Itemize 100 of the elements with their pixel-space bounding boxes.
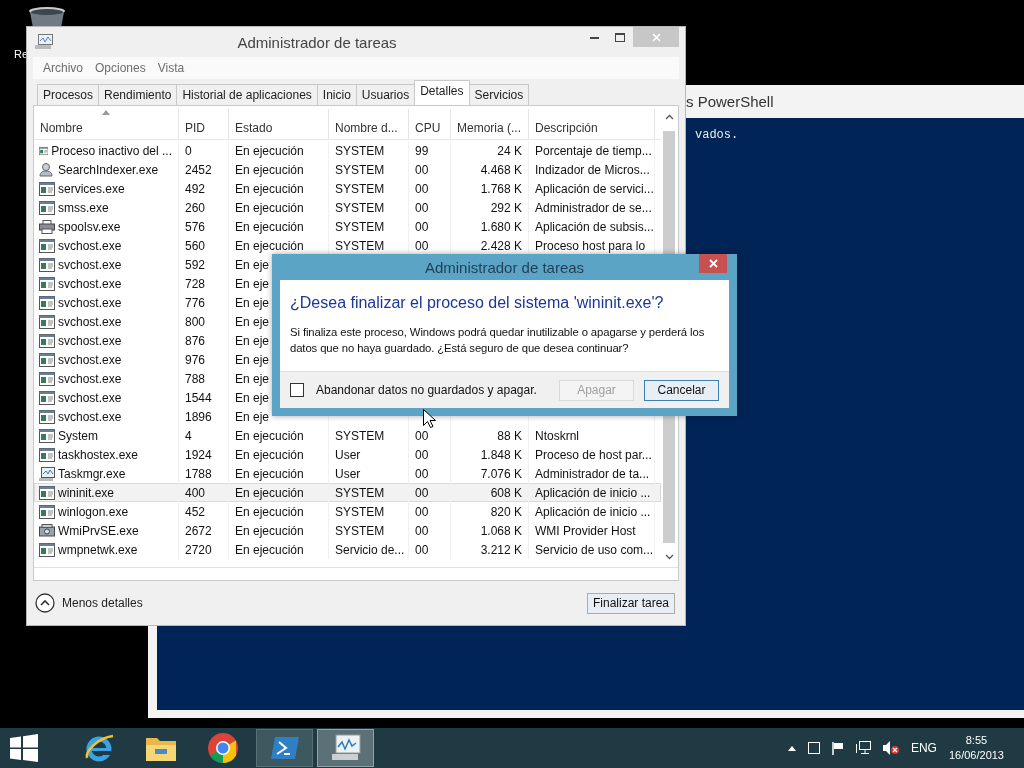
table-cell: 1.768 K <box>480 181 522 196</box>
process-row[interactable]: wininit.exe 400 En ejecución SYSTEM 00 608 K Aplicación de inicio ... <box>34 483 661 502</box>
network-icon[interactable] <box>855 741 871 755</box>
table-cell: 2672 <box>185 523 212 538</box>
program-icon <box>39 504 55 519</box>
table-cell: Proceso host para lo <box>535 238 646 253</box>
flag-icon[interactable] <box>831 741 844 755</box>
program-icon <box>39 238 55 253</box>
table-cell: 00 <box>415 200 429 215</box>
table-cell: SYSTEM <box>335 181 385 196</box>
table-cell: 1544 <box>185 390 212 405</box>
program-icon <box>39 257 55 272</box>
menu-item[interactable]: Vista <box>153 59 189 77</box>
table-cell: wmpnetwk.exe <box>58 542 138 557</box>
machine-icon <box>39 523 55 538</box>
table-cell: En eje <box>235 295 270 310</box>
table-cell: En ejecución <box>235 238 304 253</box>
table-cell: 88 K <box>497 428 522 443</box>
tab[interactable]: Detalles <box>414 80 470 105</box>
tab[interactable]: Servicios <box>468 84 530 105</box>
process-row[interactable]: WmiPrvSE.exe 2672 En ejecución SYSTEM 00 1.068 K WMI Provider Host <box>34 521 661 540</box>
checkbox-label[interactable]: Abandonar datos no guardados y apagar. <box>316 383 549 397</box>
maximize-icon <box>615 32 625 42</box>
table-cell: winlogon.exe <box>58 504 129 519</box>
square-icon[interactable] <box>807 742 820 754</box>
dialog-title: Administrador de tareas <box>424 258 585 276</box>
menu-item[interactable]: Opciones <box>91 59 150 77</box>
close-button[interactable] <box>699 254 727 273</box>
table-cell: 2720 <box>185 542 212 557</box>
table-cell: Aplicación de subsis... <box>535 219 654 234</box>
process-row[interactable]: wmpnetwk.exe 2720 En ejecución Servicio de... 00 3.212 K Servicio de uso com... <box>34 540 661 559</box>
program-icon <box>39 276 55 291</box>
minimize-icon <box>589 35 599 39</box>
table-cell: Proceso de host par... <box>535 447 652 462</box>
taskbar-app-button[interactable] <box>317 729 374 767</box>
table-cell: En ejecución <box>235 466 304 481</box>
table-cell: SYSTEM <box>335 485 385 500</box>
table-cell: svchost.exe <box>58 276 122 291</box>
table-cell: spoolsv.exe <box>58 219 121 234</box>
dialog-button[interactable]: Cancelar <box>644 379 719 401</box>
table-cell: 260 <box>185 200 206 215</box>
column-header[interactable]: Nombre d... <box>329 109 409 139</box>
table-cell: 800 <box>185 314 206 329</box>
table-cell: En ejecución <box>235 219 304 234</box>
program-icon <box>39 181 55 196</box>
table-cell: Servicio de uso com... <box>535 542 654 557</box>
tab[interactable]: Historial de aplicaciones <box>176 84 318 105</box>
table-cell: 876 <box>185 333 206 348</box>
table-cell: Proceso inactivo del ... <box>51 143 172 158</box>
language-indicator[interactable]: ENG <box>910 741 937 755</box>
table-cell: SYSTEM <box>335 143 385 158</box>
table-cell: 1924 <box>185 447 212 462</box>
table-cell: En eje <box>235 257 270 272</box>
table-cell: Ntoskrnl <box>535 428 579 443</box>
column-header[interactable]: PID <box>179 109 229 139</box>
table-cell: 788 <box>185 371 206 386</box>
table-cell: Administrador de ta... <box>535 466 650 481</box>
table-cell: 452 <box>185 504 206 519</box>
speaker-muted-icon[interactable] <box>882 741 899 755</box>
start-windows-icon[interactable] <box>10 734 38 762</box>
table-cell: 2.428 K <box>480 238 522 253</box>
column-header[interactable]: Descripción <box>529 109 655 139</box>
program-icon <box>39 390 55 405</box>
table-cell: 0 <box>185 143 192 158</box>
table-cell: 00 <box>415 447 429 462</box>
table-cell: En eje <box>235 390 270 405</box>
program-icon <box>39 314 55 329</box>
fewer-details-toggle[interactable]: Menos detalles <box>35 593 143 613</box>
table-cell: En eje <box>235 352 270 367</box>
process-row[interactable]: taskhostex.exe 1924 En ejecución User 00 1.848 K Proceso de host par... <box>34 445 661 464</box>
printer-icon <box>39 219 55 234</box>
column-header[interactable]: Nombre <box>34 109 179 139</box>
table-cell: Taskmgr.exe <box>58 466 126 481</box>
table-cell: Servicio de... <box>335 542 405 557</box>
column-header[interactable]: Memoria (... <box>451 109 529 139</box>
table-cell: 776 <box>185 295 206 310</box>
tab[interactable]: Procesos <box>37 84 100 105</box>
caret-up-icon[interactable] <box>787 745 796 751</box>
dialog-heading: ¿Desea finalizar el proceso del sistema 'wininit.exe'? <box>289 293 665 312</box>
end-task-button[interactable]: Finalizar tarea <box>586 592 675 614</box>
process-row[interactable]: services.exe 492 En ejecución SYSTEM 00 1.768 K Aplicación de servici... <box>34 179 661 198</box>
table-cell: 492 <box>185 181 206 196</box>
column-header[interactable]: Estado <box>229 109 329 139</box>
sort-caret-icon <box>102 110 110 115</box>
process-row[interactable]: SearchIndexer.exe 2452 En ejecución SYSTEM 00 4.468 K Indizador de Micros... <box>34 160 661 179</box>
table-cell: 728 <box>185 276 206 291</box>
process-row[interactable]: smss.exe 260 En ejecución SYSTEM 00 292 K Administrador de se... <box>34 198 661 217</box>
column-header[interactable]: CPU <box>409 109 451 139</box>
checkbox[interactable] <box>290 383 304 397</box>
table-cell: Aplicación de servici... <box>535 181 654 196</box>
process-row[interactable]: Proceso inactivo del ... 0 En ejecución SYSTEM 99 24 K Porcentaje de tiemp... <box>34 141 661 160</box>
monitor-graph-icon[interactable] <box>35 34 53 50</box>
process-row[interactable]: System 4 En ejecución SYSTEM 00 88 K Ntoskrnl <box>34 426 661 445</box>
taskbar-app-button[interactable] <box>256 729 313 767</box>
process-row[interactable]: spoolsv.exe 576 En ejecución SYSTEM 00 1.680 K Aplicación de subsis... <box>34 217 661 236</box>
chrome-icon <box>206 732 239 764</box>
clock[interactable]: 8:55 16/06/2013 <box>948 733 1004 763</box>
table-cell: En ejecución <box>235 428 304 443</box>
process-row[interactable]: winlogon.exe 452 En ejecución SYSTEM 00 820 K Aplicación de inicio ... <box>34 502 661 521</box>
menu-item[interactable]: Archivo <box>39 59 87 77</box>
